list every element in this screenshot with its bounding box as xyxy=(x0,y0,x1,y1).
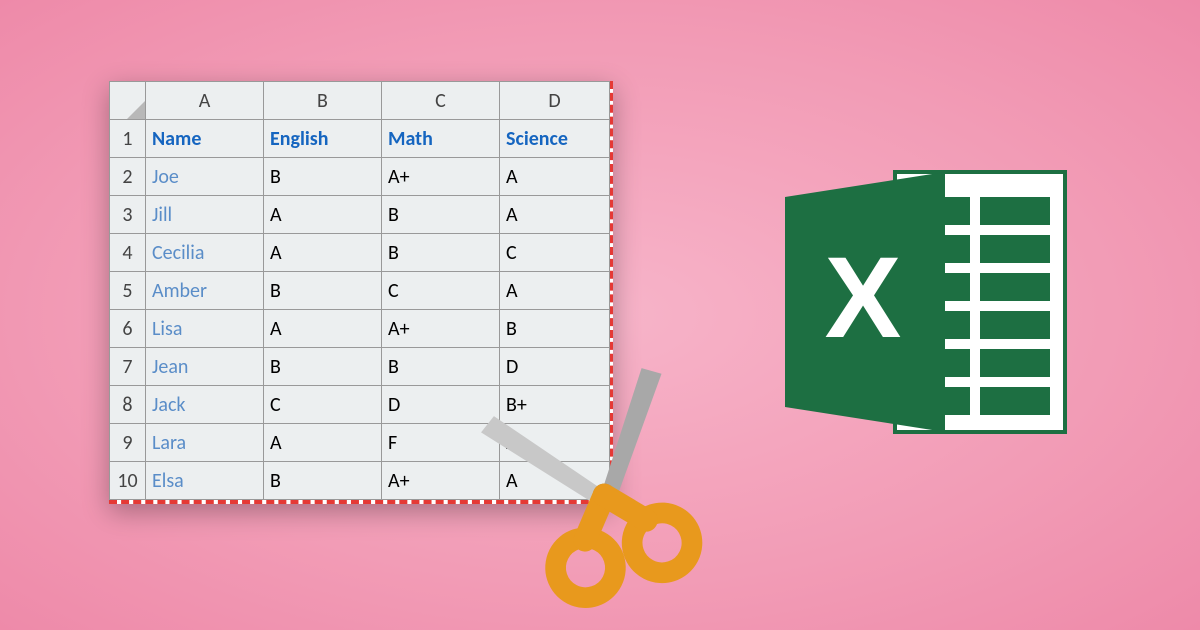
cell[interactable]: C xyxy=(500,234,610,272)
select-all-corner[interactable] xyxy=(110,82,146,120)
cell[interactable]: Math xyxy=(382,120,500,158)
row-header[interactable]: 6 xyxy=(110,310,146,348)
cell[interactable]: A xyxy=(264,310,382,348)
cell[interactable]: B xyxy=(264,348,382,386)
cell[interactable]: B xyxy=(382,234,500,272)
row-header[interactable]: 8 xyxy=(110,386,146,424)
table-row: 2 Joe B A+ A xyxy=(110,158,610,196)
col-header-a[interactable]: A xyxy=(146,82,264,120)
col-header-d[interactable]: D xyxy=(500,82,610,120)
cell[interactable]: Lara xyxy=(146,424,264,462)
row-header[interactable]: 1 xyxy=(110,120,146,158)
row-header[interactable]: 5 xyxy=(110,272,146,310)
table-row: 4 Cecilia A B C xyxy=(110,234,610,272)
cell[interactable]: A+ xyxy=(382,158,500,196)
cell[interactable]: A+ xyxy=(382,310,500,348)
cell[interactable]: A xyxy=(264,234,382,272)
cell[interactable]: Jill xyxy=(146,196,264,234)
cell[interactable]: C xyxy=(264,386,382,424)
table-row: 5 Amber B C A xyxy=(110,272,610,310)
cell[interactable]: Name xyxy=(146,120,264,158)
cell[interactable]: Cecilia xyxy=(146,234,264,272)
cell[interactable]: Jean xyxy=(146,348,264,386)
row-header[interactable]: 3 xyxy=(110,196,146,234)
table-row: 7 Jean B B D xyxy=(110,348,610,386)
cell[interactable]: B xyxy=(500,310,610,348)
row-header[interactable]: 9 xyxy=(110,424,146,462)
col-header-c[interactable]: C xyxy=(382,82,500,120)
cell[interactable]: A xyxy=(500,158,610,196)
cell[interactable]: Science xyxy=(500,120,610,158)
cell[interactable]: Amber xyxy=(146,272,264,310)
cell[interactable]: B xyxy=(264,462,382,500)
col-header-b[interactable]: B xyxy=(264,82,382,120)
cell[interactable]: Joe xyxy=(146,158,264,196)
row-header[interactable]: 7 xyxy=(110,348,146,386)
table-row: 3 Jill A B A xyxy=(110,196,610,234)
cell[interactable]: B xyxy=(382,348,500,386)
cell[interactable]: Jack xyxy=(146,386,264,424)
table-row: 6 Lisa A A+ B xyxy=(110,310,610,348)
cell[interactable]: B xyxy=(264,158,382,196)
excel-icon: X xyxy=(775,152,1085,457)
row-header[interactable]: 10 xyxy=(110,462,146,500)
cell[interactable]: A xyxy=(500,196,610,234)
row-header[interactable]: 4 xyxy=(110,234,146,272)
svg-text:X: X xyxy=(825,234,902,362)
cell[interactable]: Lisa xyxy=(146,310,264,348)
cell[interactable]: English xyxy=(264,120,382,158)
cell[interactable]: A xyxy=(264,196,382,234)
cell[interactable]: B xyxy=(264,272,382,310)
table-row: 1 Name English Math Science xyxy=(110,120,610,158)
cell[interactable]: Elsa xyxy=(146,462,264,500)
row-header[interactable]: 2 xyxy=(110,158,146,196)
cell[interactable]: A xyxy=(264,424,382,462)
column-header-row: A B C D xyxy=(110,82,610,120)
cell[interactable]: B xyxy=(382,196,500,234)
cell[interactable]: C xyxy=(382,272,500,310)
cell[interactable]: A xyxy=(500,272,610,310)
